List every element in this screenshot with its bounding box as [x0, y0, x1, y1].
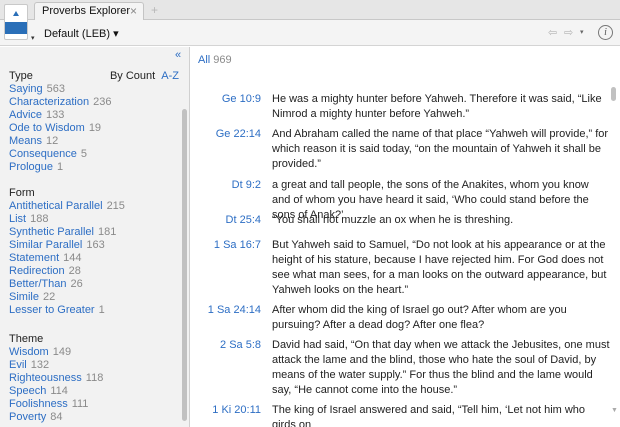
verse-reference[interactable]: Ge 22:14: [191, 127, 261, 142]
results-pane: All 969 Ge 10:9 He was a mighty hunter be…: [191, 47, 620, 427]
verse-reference[interactable]: 1 Ki 20:11: [191, 403, 261, 418]
results-scrollbar[interactable]: [611, 87, 616, 101]
facet-item[interactable]: Advice 133: [9, 109, 179, 122]
verse-text: He was a mighty hunter before Yahweh. Th…: [272, 93, 602, 120]
all-results-header[interactable]: All 969: [198, 54, 232, 66]
facet-item[interactable]: Saying 563: [9, 83, 179, 96]
history-dropdown-icon[interactable]: ▾: [580, 28, 584, 36]
sort-by-count[interactable]: By Count: [110, 70, 155, 82]
sort-a-z[interactable]: A-Z: [161, 70, 179, 82]
facet-item[interactable]: Synthetic Parallel 181: [9, 226, 179, 239]
facet-item[interactable]: Wisdom 149: [9, 346, 179, 359]
verse-text: After whom did the king of Israel go out…: [272, 304, 567, 331]
verse-reference[interactable]: 1 Sa 16:7: [191, 238, 261, 253]
facet-item[interactable]: Righteousness 118: [9, 372, 179, 385]
toolbar: ▾ Default (LEB) ▾ ⇦ ⇨ ▾ i: [0, 4, 620, 46]
info-icon[interactable]: i: [598, 25, 613, 40]
facet-item[interactable]: Statement 144: [9, 252, 179, 265]
facet-item[interactable]: Means 12: [9, 135, 179, 148]
verse-reference[interactable]: Ge 10:9: [191, 92, 261, 107]
facet-item[interactable]: Better/Than 26: [9, 278, 179, 291]
app-icon[interactable]: [4, 4, 28, 40]
facet-item[interactable]: Ode to Wisdom 19: [9, 122, 179, 135]
facet-panel: « Type By Count A-Z Saying 563 Characteri…: [0, 47, 190, 427]
facet-item[interactable]: List 188: [9, 213, 179, 226]
verse-reference[interactable]: Dt 25:4: [191, 213, 261, 228]
new-tab-icon[interactable]: +: [151, 3, 158, 17]
verse-text: “You shall not muzzle an ox when he is t…: [272, 214, 514, 226]
theme-heading: Theme: [9, 333, 44, 345]
type-heading: Type: [9, 70, 33, 82]
verse-text: But Yahweh said to Samuel, “Do not look …: [272, 239, 607, 296]
home-icon: [13, 11, 19, 16]
tab-strip: Proverbs Explorer × +: [0, 0, 620, 20]
facet-item[interactable]: Foolishness 111: [9, 398, 179, 411]
facet-item[interactable]: Antithetical Parallel 215: [9, 200, 179, 213]
back-arrow-icon[interactable]: ⇦: [548, 26, 557, 39]
forward-arrow-icon[interactable]: ⇨: [564, 26, 573, 39]
type-section: Type By Count A-Z Saying 563 Characteriza…: [9, 70, 179, 174]
tab-proverbs-explorer[interactable]: Proverbs Explorer ×: [34, 2, 144, 20]
chevron-down-icon[interactable]: ▾: [31, 34, 35, 42]
tab-title: Proverbs Explorer: [42, 5, 131, 17]
resource-dropdown[interactable]: Default (LEB) ▾: [44, 27, 119, 40]
left-scrollbar[interactable]: [182, 109, 187, 421]
verse-text: David had said, “On that day when we att…: [272, 339, 610, 396]
facet-item[interactable]: Similar Parallel 163: [9, 239, 179, 252]
facet-item[interactable]: Poverty 84: [9, 411, 179, 424]
facet-item[interactable]: Evil 132: [9, 359, 179, 372]
form-section: Form Antithetical Parallel 215 List 188 Sy…: [9, 187, 179, 317]
theme-section: Theme Wisdom 149 Evil 132 Righteousness 118…: [9, 333, 179, 424]
form-heading: Form: [9, 187, 35, 199]
verse-text: And Abraham called the name of that plac…: [272, 128, 609, 170]
all-label: All: [198, 54, 211, 66]
facet-item[interactable]: Simile 22: [9, 291, 179, 304]
sort-options: By Count A-Z: [110, 70, 179, 83]
collapse-panel-icon[interactable]: «: [175, 49, 181, 61]
verse-reference[interactable]: 2 Sa 5:8: [191, 338, 261, 353]
facet-item[interactable]: Prologue 1: [9, 161, 179, 174]
tab-close-icon[interactable]: ×: [130, 4, 137, 18]
facet-item[interactable]: Lesser to Greater 1: [9, 304, 179, 317]
facet-item[interactable]: Speech 114: [9, 385, 179, 398]
verse-reference[interactable]: 1 Sa 24:14: [191, 303, 261, 318]
facet-item[interactable]: Consequence 5: [9, 148, 179, 161]
all-count: 969: [213, 54, 232, 66]
verse-text: The king of Israel answered and said, “T…: [272, 404, 586, 427]
scroll-down-icon[interactable]: ▼: [611, 407, 618, 414]
facet-item[interactable]: Characterization 236: [9, 96, 179, 109]
verse-reference[interactable]: Dt 9:2: [191, 178, 261, 193]
facet-item[interactable]: Redirection 28: [9, 265, 179, 278]
